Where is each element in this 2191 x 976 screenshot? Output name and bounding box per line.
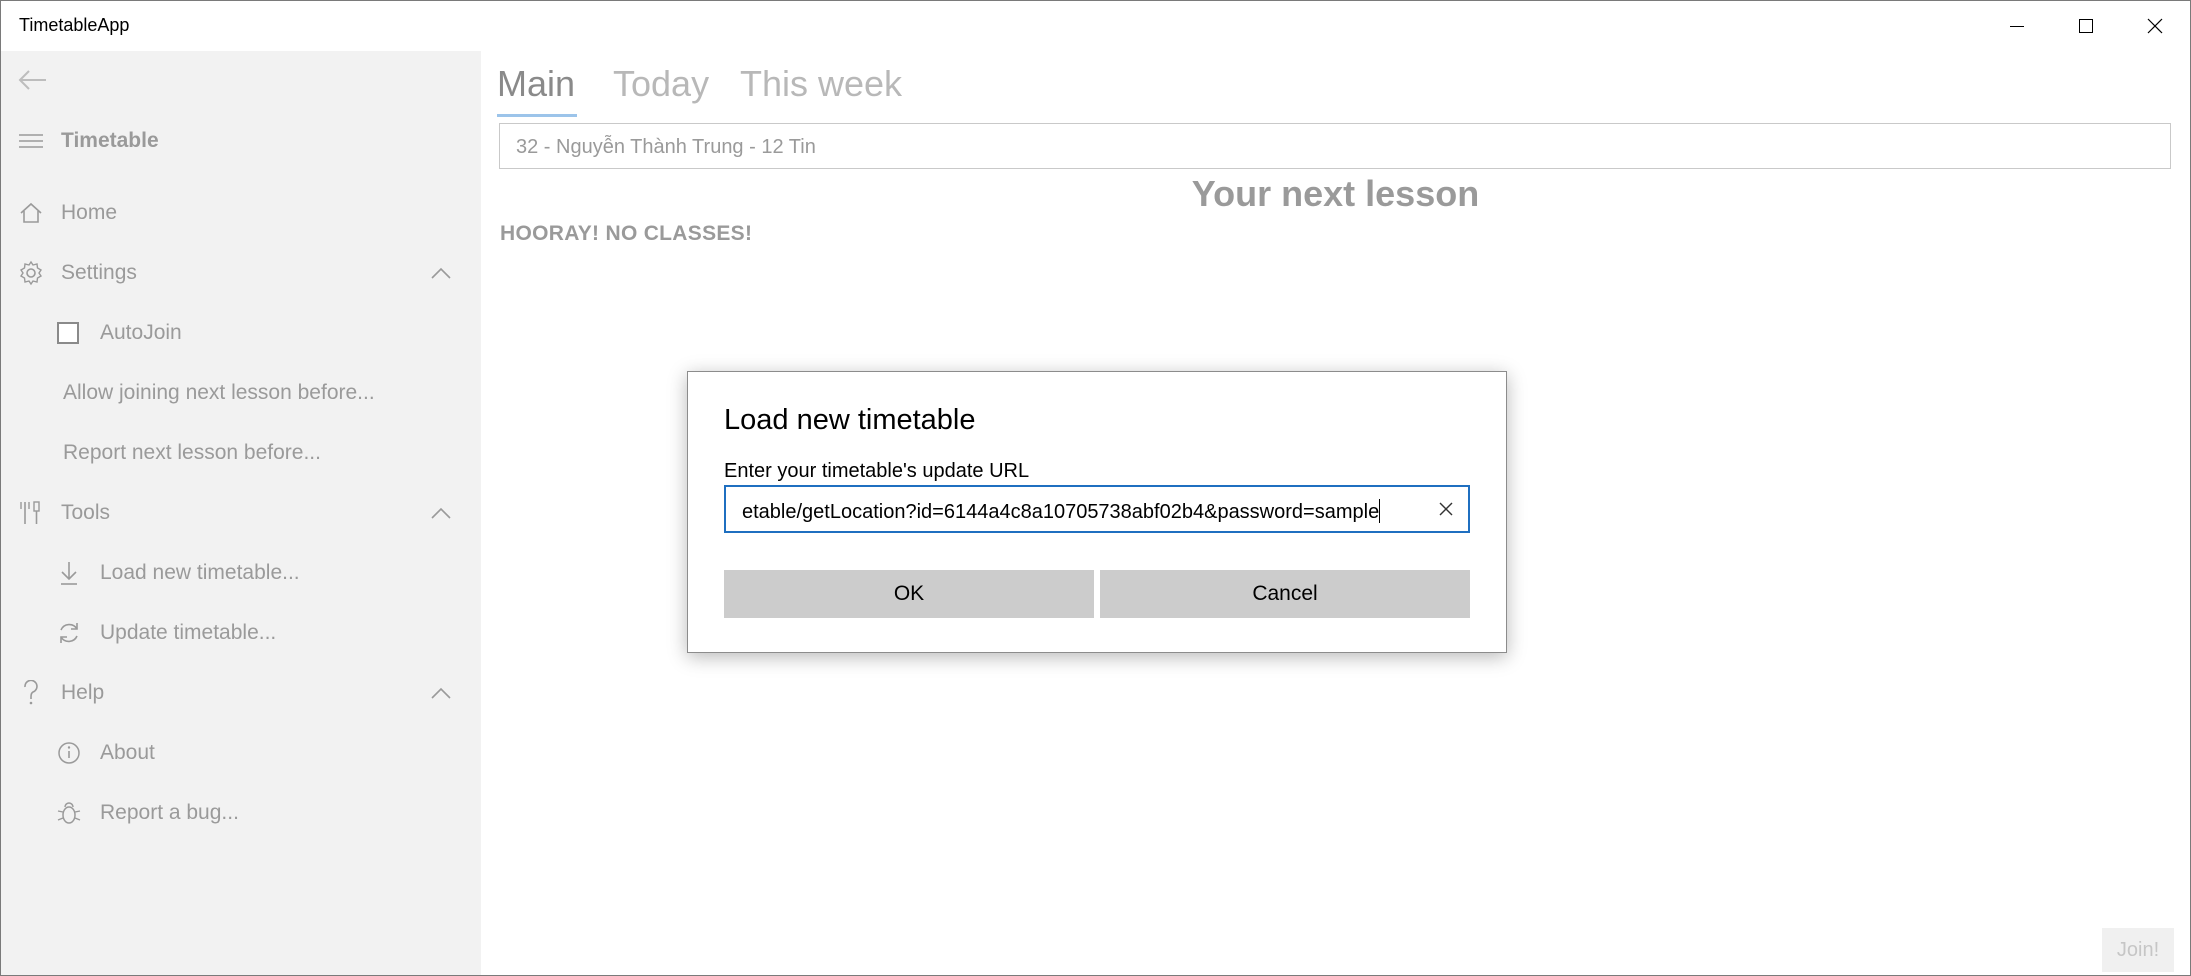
sidebar-item-label: Tools xyxy=(61,501,111,524)
sidebar-item-help[interactable]: Help xyxy=(1,665,481,721)
ok-button[interactable]: OK xyxy=(724,570,1094,618)
chevron-up-icon[interactable] xyxy=(429,261,453,285)
maximize-button[interactable] xyxy=(2052,1,2120,51)
sidebar-item-settings[interactable]: Settings xyxy=(1,245,481,301)
sidebar-item-load-timetable[interactable]: Load new timetable... xyxy=(1,545,481,601)
tab-this-week[interactable]: This week xyxy=(740,63,902,105)
back-arrow-icon xyxy=(18,70,46,90)
sidebar-item-label: Update timetable... xyxy=(100,621,277,644)
sidebar-item-report-next-lesson[interactable]: Report next lesson before... xyxy=(1,425,481,481)
question-icon xyxy=(17,679,45,707)
load-timetable-dialog: Load new timetable Enter your timetable'… xyxy=(687,371,1507,653)
text-caret xyxy=(1379,499,1381,523)
chevron-up-icon[interactable] xyxy=(429,501,453,525)
autojoin-checkbox[interactable] xyxy=(57,322,79,344)
close-icon xyxy=(2147,18,2163,34)
app-title: TimetableApp xyxy=(19,15,130,35)
minimize-button[interactable] xyxy=(1983,1,2051,51)
tools-icon xyxy=(17,499,45,527)
sidebar-item-autojoin[interactable]: AutoJoin xyxy=(1,305,481,361)
hamburger-icon xyxy=(17,127,45,155)
dialog-title: Load new timetable xyxy=(724,404,976,436)
chevron-up-icon[interactable] xyxy=(429,681,453,705)
refresh-icon xyxy=(55,619,83,647)
url-input[interactable]: etable/getLocation?id=6144a4c8a10705738a… xyxy=(724,485,1470,533)
download-icon xyxy=(55,559,83,587)
back-button[interactable] xyxy=(15,65,51,95)
maximize-icon xyxy=(2079,19,2093,33)
sidebar-item-label: AutoJoin xyxy=(100,321,182,344)
gear-icon xyxy=(17,259,45,287)
sidebar-item-about[interactable]: About xyxy=(1,725,481,781)
url-input-text: etable/getLocation?id=6144a4c8a10705738a… xyxy=(742,499,1381,524)
sidebar-item-label: Report next lesson before... xyxy=(63,441,321,464)
sidebar-item-label: Report a bug... xyxy=(100,801,239,824)
clear-icon xyxy=(1439,502,1453,516)
url-field-label: Enter your timetable's update URL xyxy=(724,460,1030,482)
info-icon xyxy=(55,739,83,767)
clear-input-button[interactable] xyxy=(1432,495,1460,523)
app-window: TimetableApp Timetable Home Settings Aut… xyxy=(0,0,2191,976)
next-lesson-heading: Your next lesson xyxy=(1191,173,1480,214)
sidebar-item-report-bug[interactable]: Report a bug... xyxy=(1,785,481,841)
minimize-icon xyxy=(2010,26,2024,27)
sidebar-item-label: Settings xyxy=(61,261,137,284)
join-button[interactable]: Join! xyxy=(2102,928,2174,972)
sidebar-item-tools[interactable]: Tools xyxy=(1,485,481,541)
sidebar-item-label: Allow joining next lesson before... xyxy=(63,381,375,404)
no-classes-text: HOORAY! NO CLASSES! xyxy=(500,222,753,245)
sidebar-header-timetable[interactable]: Timetable xyxy=(1,113,481,169)
active-tab-indicator xyxy=(497,114,577,117)
bug-icon xyxy=(55,799,83,827)
tab-today[interactable]: Today xyxy=(613,63,709,105)
sidebar-header-label: Timetable xyxy=(61,129,159,152)
student-selector-value: 32 - Nguyễn Thành Trung - 12 Tin xyxy=(516,136,816,158)
title-bar: TimetableApp xyxy=(1,1,2190,51)
sidebar-item-label: Load new timetable... xyxy=(100,561,300,584)
sidebar-item-label: About xyxy=(100,741,155,764)
cancel-button[interactable]: Cancel xyxy=(1100,570,1470,618)
close-window-button[interactable] xyxy=(2121,1,2189,51)
sidebar-item-update-timetable[interactable]: Update timetable... xyxy=(1,605,481,661)
student-selector[interactable]: 32 - Nguyễn Thành Trung - 12 Tin xyxy=(499,123,2171,169)
sidebar-item-allow-joining[interactable]: Allow joining next lesson before... xyxy=(1,365,481,421)
sidebar-item-label: Help xyxy=(61,681,105,704)
tab-main[interactable]: Main xyxy=(497,63,575,105)
url-input-value: etable/getLocation?id=6144a4c8a10705738a… xyxy=(742,501,1380,523)
